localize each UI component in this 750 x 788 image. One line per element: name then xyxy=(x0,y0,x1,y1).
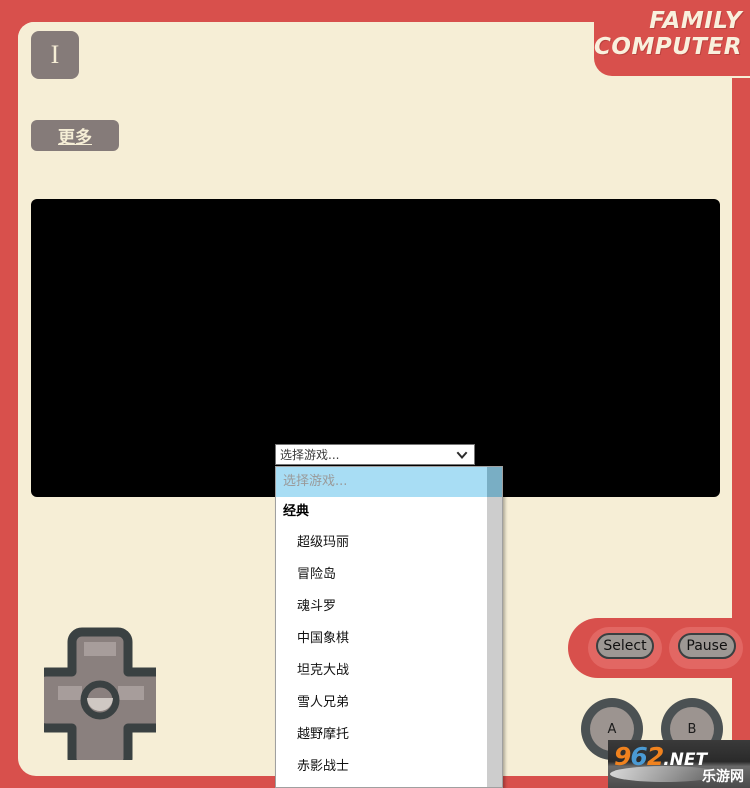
dropdown-option[interactable]: 冒险岛 xyxy=(276,559,488,591)
game-select-wrapper: 选择游戏... 选择游戏... 经典 超级玛丽 冒险岛 魂斗罗 中国象棋 坦克大… xyxy=(275,444,503,788)
site-watermark: 962.NET 乐游网 xyxy=(608,740,750,788)
pause-button[interactable]: Pause xyxy=(678,633,736,659)
game-select[interactable]: 选择游戏... xyxy=(275,444,475,465)
brand-title: FAMILY COMPUTER xyxy=(594,8,742,60)
dropdown-option[interactable]: 坦克大战 xyxy=(276,783,488,787)
shell-notch-cover xyxy=(18,22,594,102)
player-one-label: I xyxy=(50,40,60,69)
select-button[interactable]: Select xyxy=(596,633,654,659)
famicom-console: FAMILY COMPUTER I 更多 选择游戏... 选择游戏... 经典 … xyxy=(0,0,750,788)
dropdown-option[interactable]: 赤影战士 xyxy=(276,751,488,783)
dropdown-option[interactable]: 超级玛丽 xyxy=(276,527,488,559)
system-buttons-panel: Select Pause xyxy=(568,618,750,678)
chevron-down-icon xyxy=(456,449,468,461)
brand-line-1: FAMILY xyxy=(649,8,742,34)
dpad-icon[interactable] xyxy=(44,620,156,760)
select-button-label: Select xyxy=(603,638,647,654)
dropdown-scrollbar-track[interactable] xyxy=(487,467,502,787)
watermark-digit-2: 2 xyxy=(646,742,664,771)
dropdown-option[interactable]: 雪人兄弟 xyxy=(276,687,488,719)
watermark-digit-6: 6 xyxy=(630,742,647,771)
watermark-logo: 962.NET xyxy=(614,742,707,771)
more-label: 更多 xyxy=(58,128,92,147)
watermark-net: .NET xyxy=(663,750,708,770)
player-one-button[interactable]: I xyxy=(31,31,79,79)
game-select-value: 选择游戏... xyxy=(280,448,340,462)
dropdown-option[interactable]: 魂斗罗 xyxy=(276,591,488,623)
dropdown-scrollbar-thumb[interactable] xyxy=(487,467,502,497)
dropdown-option-placeholder[interactable]: 选择游戏... xyxy=(276,467,488,497)
dropdown-options: 选择游戏... 经典 超级玛丽 冒险岛 魂斗罗 中国象棋 坦克大战 雪人兄弟 越… xyxy=(276,467,488,787)
game-select-dropdown[interactable]: 选择游戏... 经典 超级玛丽 冒险岛 魂斗罗 中国象棋 坦克大战 雪人兄弟 越… xyxy=(275,466,503,788)
more-button[interactable]: 更多 xyxy=(31,120,119,151)
dropdown-group-label: 经典 xyxy=(283,504,310,519)
dropdown-option[interactable]: 坦克大战 xyxy=(276,655,488,687)
pause-button-label: Pause xyxy=(686,638,728,654)
brand-line-2: COMPUTER xyxy=(594,34,742,60)
dropdown-option[interactable]: 越野摩托 xyxy=(276,719,488,751)
dropdown-option[interactable]: 中国象棋 xyxy=(276,623,488,655)
watermark-cn-text: 乐游网 xyxy=(702,769,744,785)
watermark-digit-9: 9 xyxy=(614,742,631,771)
